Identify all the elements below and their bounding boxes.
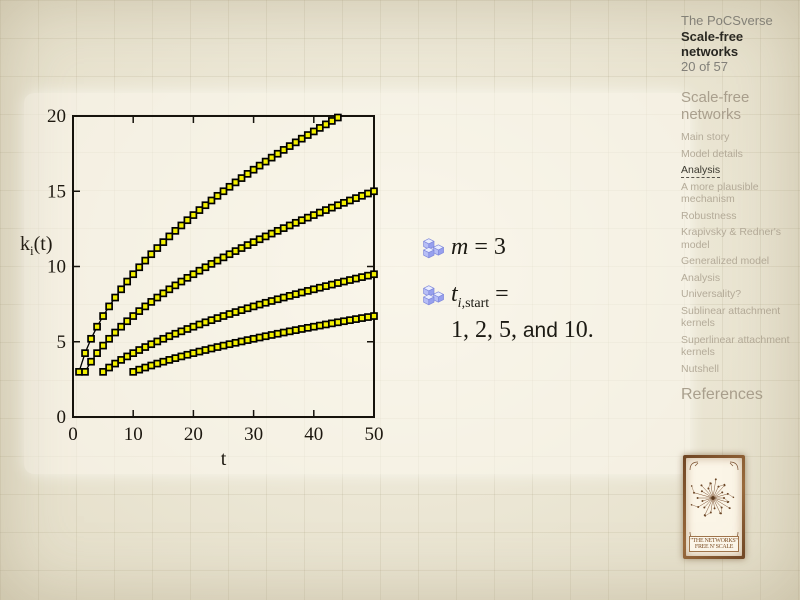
sidebar-item-analysis[interactable]: Analysis [681,272,795,285]
sidebar-item-a-more-plausible-mechanism[interactable]: A more plausible mechanism [681,181,795,206]
svg-text:5: 5 [57,332,67,353]
cubes-icon [421,237,451,268]
bullet-t-start-values: ti,start = 1, 2, 5, and 10. [421,281,656,344]
sidebar: The PoCSverse Scale-free networks 20 of … [681,13,795,404]
free-n-scale-card: "THE NETWORKS" FREE N' SCALE [683,455,745,559]
svg-text:10: 10 [47,257,66,278]
bullet-text: m = 3 [451,234,506,260]
svg-text:30: 30 [244,424,263,445]
bullet-text: ti,start = 1, 2, 5, and 10. [451,281,594,344]
sidebar-item-robustness[interactable]: Robustness [681,210,795,223]
sidebar-nav: Main story Model details Analysis A more pl… [681,131,795,375]
card-artwork: "THE NETWORKS" FREE N' SCALE [686,458,742,556]
sidebar-item-universality[interactable]: Universality? [681,288,795,301]
svg-text:ki(t): ki(t) [20,233,53,258]
svg-text:t: t [221,448,227,470]
deck-title: Scale-free networks [681,29,795,59]
slide: 0 10 20 30 40 50 0 5 10 15 20 ki(t) t [0,0,800,600]
sidebar-item-model-details[interactable]: Model details [681,148,795,161]
section-heading: Scale-free networks [681,89,795,123]
page-counter: 20 of 57 [681,59,795,75]
sidebar-item-generalized-model[interactable]: Generalized model [681,255,795,268]
bullet-m-equals-3: m = 3 [421,234,656,268]
svg-text:15: 15 [47,181,66,202]
sidebar-item-analysis[interactable]: Analysis [681,164,795,177]
svg-text:0: 0 [57,407,67,428]
bullet-list: m = 3 [421,234,656,357]
degree-growth-chart: 0 10 20 30 40 50 0 5 10 15 20 ki(t) t [0,0,430,480]
svg-text:20: 20 [184,424,203,445]
sidebar-item-krapivsky-redner-s-model[interactable]: Krapivsky & Redner's model [681,226,795,251]
sidebar-item-nutshell[interactable]: Nutshell [681,363,795,376]
svg-text:0: 0 [68,424,78,445]
svg-text:10: 10 [124,424,143,445]
svg-text:50: 50 [365,424,384,445]
sidebar-item-superlinear-attachment-kernels[interactable]: Superlinear attachment kernels [681,334,795,359]
cubes-icon [421,284,451,315]
svg-text:20: 20 [47,106,66,127]
sidebar-item-references[interactable]: References [681,386,795,404]
sidebar-item-main-story[interactable]: Main story [681,131,795,144]
card-caption: "THE NETWORKS" FREE N' SCALE [689,536,739,552]
svg-text:40: 40 [304,424,323,445]
sidebar-item-sublinear-attachment-kernels[interactable]: Sublinear attachment kernels [681,305,795,330]
course-title: The PoCSverse [681,13,795,29]
